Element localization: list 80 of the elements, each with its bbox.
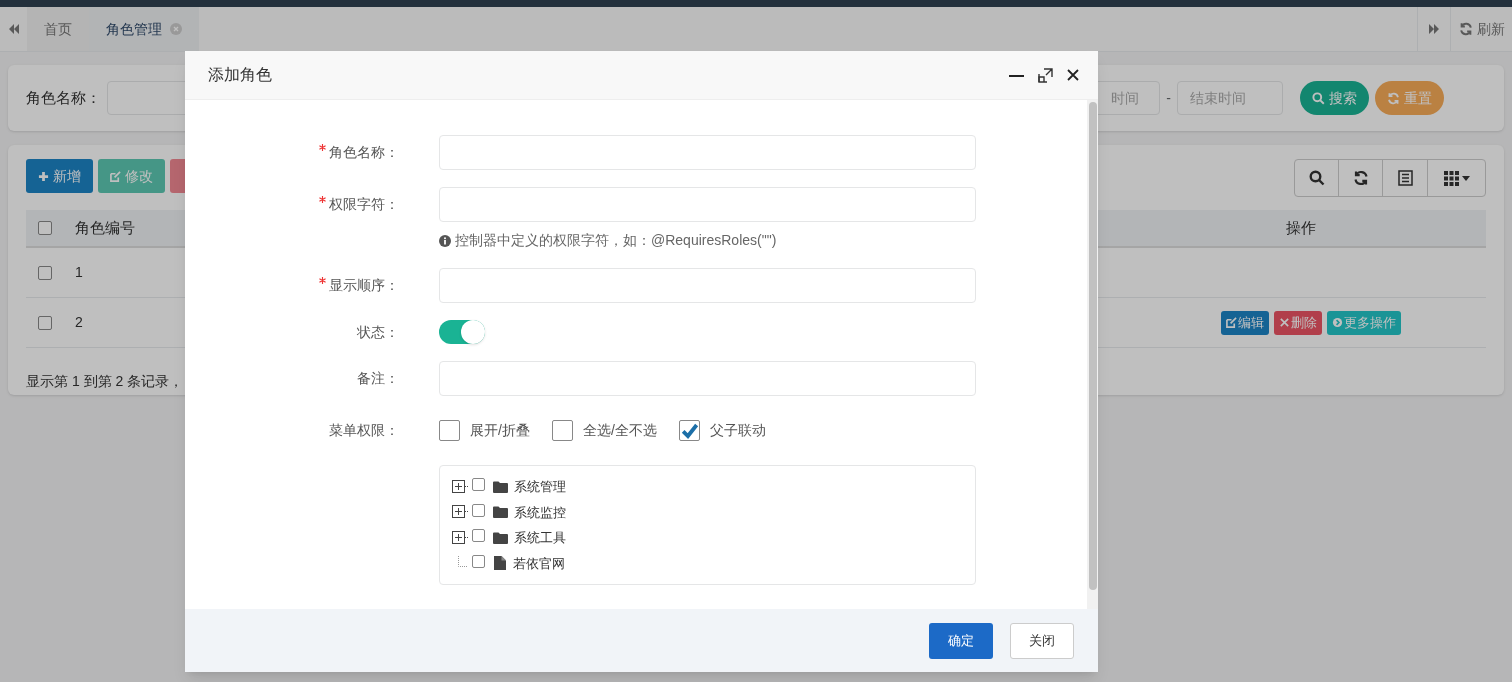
- option-label: 展开/折叠: [470, 421, 530, 440]
- caret-icon: [1461, 175, 1470, 181]
- tab-label: 角色管理: [106, 19, 162, 39]
- scrollbar[interactable]: [1087, 100, 1098, 609]
- checkbox[interactable]: [38, 221, 52, 235]
- field-label: 角色名称：: [26, 87, 101, 108]
- text-input[interactable]: [439, 135, 976, 170]
- maximize-icon[interactable]: [1038, 67, 1053, 83]
- field-label: 显示顺序：: [329, 276, 399, 295]
- page-tab[interactable]: 角色管理: [89, 7, 199, 51]
- checkbox[interactable]: [472, 478, 485, 492]
- tree-node-label[interactable]: 系统管理: [514, 477, 566, 497]
- placeholder-text: 结束时间: [1190, 88, 1246, 108]
- cross-icon: [1279, 317, 1290, 328]
- file-icon: [494, 556, 506, 571]
- checkbox[interactable]: [472, 503, 485, 517]
- column-header: 角色编号: [75, 217, 135, 238]
- close-icon[interactable]: [1067, 69, 1079, 81]
- text-input[interactable]: [439, 187, 976, 222]
- info-icon: [439, 234, 451, 247]
- field-label: 权限字符：: [329, 195, 399, 214]
- check-icon: [679, 421, 699, 440]
- delete-button[interactable]: 删除: [1274, 310, 1322, 335]
- expand-icon[interactable]: [452, 505, 468, 520]
- text-input[interactable]: [439, 361, 976, 396]
- folder-icon: [493, 480, 508, 493]
- field-label: 备注：: [357, 369, 399, 388]
- refresh-tab-button[interactable]: 刷新: [1450, 7, 1512, 51]
- checkbox[interactable]: [472, 529, 485, 543]
- refresh-icon: [1458, 22, 1473, 36]
- tree-node-label[interactable]: 若依官网: [513, 553, 565, 573]
- edit-button[interactable]: 编辑: [1221, 310, 1269, 335]
- expand-icon[interactable]: [452, 530, 468, 545]
- placeholder-text: 时间: [1111, 88, 1140, 108]
- end-time-input[interactable]: 结束时间: [1177, 81, 1283, 115]
- tab-label: 首页: [44, 19, 72, 39]
- edit-icon: [1226, 317, 1237, 328]
- table-cell-text: 1: [75, 263, 83, 282]
- table-cell-text: 2: [75, 313, 83, 332]
- edit-icon: [110, 170, 121, 182]
- search-icon: [1308, 170, 1325, 186]
- field-label: 状态：: [357, 322, 399, 342]
- confirm-button[interactable]: 确定: [929, 622, 993, 659]
- folder-icon: [493, 506, 508, 519]
- expand-icon[interactable]: [452, 479, 468, 494]
- double-right-arrow-icon: [1428, 23, 1440, 35]
- plus-icon: [38, 170, 49, 182]
- checkbox[interactable]: [38, 315, 52, 330]
- hint-text: 控制器中定义的权限字符，如：@RequiresRoles(""): [455, 231, 777, 250]
- field-label: 菜单权限：: [329, 421, 399, 440]
- search-button[interactable]: 搜索: [1300, 81, 1369, 115]
- checkbox[interactable]: [551, 420, 573, 441]
- add-button[interactable]: 新增: [26, 159, 93, 193]
- edit-button[interactable]: 修改: [98, 159, 165, 193]
- folder-icon: [493, 531, 508, 544]
- column-header: 操作: [1286, 217, 1316, 238]
- search-icon: [1312, 91, 1325, 105]
- range-separator: -: [1166, 88, 1171, 108]
- refresh-icon: [1387, 91, 1400, 105]
- close-button[interactable]: 关闭: [1010, 622, 1074, 659]
- tree-node-label[interactable]: 系统监控: [514, 502, 566, 522]
- refresh-icon: [1352, 170, 1369, 186]
- field-label: 角色名称：: [329, 143, 399, 162]
- grid-icon: [1443, 170, 1459, 186]
- checkbox[interactable]: [472, 554, 485, 568]
- option-label: 全选/全不选: [582, 421, 657, 440]
- option-label: 父子联动: [709, 421, 766, 440]
- more-button[interactable]: 更多操作: [1327, 310, 1401, 335]
- checkbox[interactable]: [678, 420, 700, 441]
- double-left-arrow-icon: [7, 23, 20, 35]
- tree-node-label[interactable]: 系统工具: [514, 528, 566, 548]
- right-arrow-circle-icon: [1332, 317, 1343, 328]
- checkbox[interactable]: [38, 265, 52, 280]
- dialog-title: 添加角色: [208, 65, 272, 85]
- text-input[interactable]: [439, 268, 976, 303]
- checkbox[interactable]: [439, 420, 460, 441]
- status-switch[interactable]: [439, 320, 485, 344]
- page-tab[interactable]: 首页: [27, 7, 89, 51]
- table-summary: 显示第 1 到第 2 条记录，: [26, 372, 184, 391]
- list-icon: [1397, 170, 1413, 186]
